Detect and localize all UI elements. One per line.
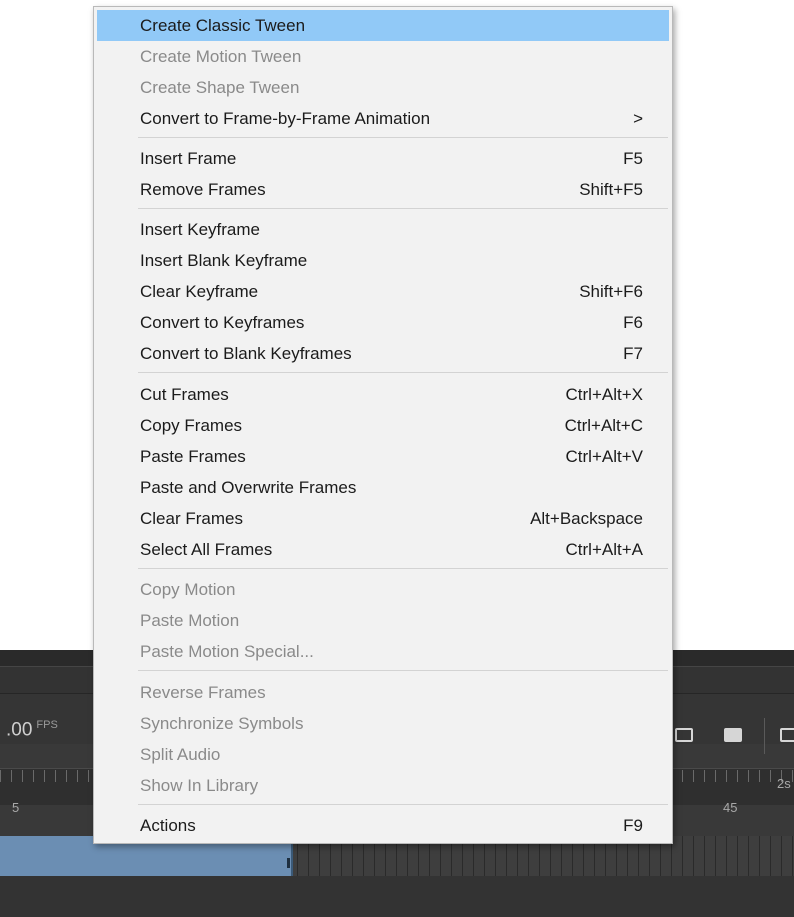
menu-item-paste-overwrite-frames[interactable]: Paste and Overwrite Frames [97, 472, 669, 503]
menu-item-shortcut: Ctrl+Alt+V [565, 446, 643, 466]
menu-separator [138, 372, 668, 373]
menu-item-label: Copy Frames [140, 415, 243, 435]
menu-item-convert-to-keyframes[interactable]: Convert to Keyframes F6 [97, 307, 669, 338]
menu-item-create-shape-tween: Create Shape Tween [97, 72, 669, 103]
controls-divider [764, 718, 765, 754]
menu-item-label: Split Audio [140, 744, 221, 764]
fps-value: .00 [6, 719, 33, 741]
menu-item-label: Clear Frames [140, 508, 243, 528]
frame-context-menu: Create Classic Tween Create Motion Tween… [93, 6, 673, 844]
menu-item-label: Paste Motion [140, 610, 240, 630]
menu-item-shortcut: F7 [623, 343, 643, 363]
menu-item-paste-motion-special: Paste Motion Special... [97, 636, 669, 667]
menu-item-label: Select All Frames [140, 539, 273, 559]
menu-item-create-motion-tween: Create Motion Tween [97, 41, 669, 72]
menu-item-shortcut: Alt+Backspace [530, 508, 643, 528]
menu-separator [138, 208, 668, 209]
menu-item-shortcut: Ctrl+Alt+C [564, 415, 643, 435]
menu-item-cut-frames[interactable]: Cut Frames Ctrl+Alt+X [97, 379, 669, 410]
menu-item-select-all-frames[interactable]: Select All Frames Ctrl+Alt+A [97, 534, 669, 565]
timeline-footer [0, 876, 794, 917]
menu-item-label: Copy Motion [140, 579, 236, 599]
menu-item-label: Convert to Frame-by-Frame Animation [140, 108, 431, 128]
insert-keyframe-icon[interactable] [675, 728, 693, 742]
menu-item-label: Paste and Overwrite Frames [140, 477, 357, 497]
menu-item-shortcut: Ctrl+Alt+X [565, 384, 643, 404]
menu-item-clear-keyframe[interactable]: Clear Keyframe Shift+F6 [97, 276, 669, 307]
fps-readout[interactable]: .00 FPS [6, 719, 58, 741]
menu-item-label: Synchronize Symbols [140, 713, 304, 733]
menu-item-label: Reverse Frames [140, 682, 266, 702]
menu-item-shortcut: Shift+F6 [579, 281, 643, 301]
menu-item-reverse-frames: Reverse Frames [97, 677, 669, 708]
menu-item-label: Convert to Keyframes [140, 312, 305, 332]
menu-separator [138, 137, 668, 138]
menu-item-shortcut: F9 [623, 815, 643, 835]
menu-item-clear-frames[interactable]: Clear Frames Alt+Backspace [97, 503, 669, 534]
menu-item-shortcut: Ctrl+Alt+A [565, 539, 643, 559]
menu-item-convert-frame-by-frame[interactable]: Convert to Frame-by-Frame Animation > [97, 103, 669, 134]
menu-item-label: Create Shape Tween [140, 77, 300, 97]
menu-item-label: Insert Blank Keyframe [140, 250, 308, 270]
menu-item-label: Paste Motion Special... [140, 641, 314, 661]
menu-item-shortcut: Shift+F5 [579, 179, 643, 199]
menu-item-shortcut: F5 [623, 148, 643, 168]
frame-tool-icon[interactable] [780, 728, 794, 742]
menu-item-show-in-library: Show In Library [97, 770, 669, 801]
menu-item-split-audio: Split Audio [97, 739, 669, 770]
fps-unit: FPS [36, 719, 58, 731]
insert-blank-keyframe-icon[interactable] [724, 728, 742, 742]
ruler-label-frame-45: 45 [723, 800, 738, 815]
chevron-right-icon: > [633, 108, 643, 128]
menu-item-paste-frames[interactable]: Paste Frames Ctrl+Alt+V [97, 441, 669, 472]
menu-item-label: Cut Frames [140, 384, 229, 404]
menu-item-label: Insert Frame [140, 148, 237, 168]
menu-item-label: Insert Keyframe [140, 219, 260, 239]
menu-item-insert-keyframe[interactable]: Insert Keyframe [97, 214, 669, 245]
menu-separator [138, 670, 668, 671]
menu-item-shortcut: F6 [623, 312, 643, 332]
menu-item-copy-frames[interactable]: Copy Frames Ctrl+Alt+C [97, 410, 669, 441]
menu-item-actions[interactable]: Actions F9 [97, 810, 669, 841]
menu-item-label: Create Motion Tween [140, 46, 302, 66]
menu-item-label: Convert to Blank Keyframes [140, 343, 352, 363]
menu-item-label: Clear Keyframe [140, 281, 259, 301]
menu-item-create-classic-tween[interactable]: Create Classic Tween [97, 10, 669, 41]
menu-item-label: Create Classic Tween [140, 15, 306, 35]
menu-item-paste-motion: Paste Motion [97, 605, 669, 636]
menu-item-insert-frame[interactable]: Insert Frame F5 [97, 143, 669, 174]
menu-separator [138, 568, 668, 569]
menu-item-remove-frames[interactable]: Remove Frames Shift+F5 [97, 174, 669, 205]
menu-separator [138, 804, 668, 805]
menu-item-insert-blank-keyframe[interactable]: Insert Blank Keyframe [97, 245, 669, 276]
menu-item-synchronize-symbols: Synchronize Symbols [97, 708, 669, 739]
menu-item-label: Show In Library [140, 775, 259, 795]
menu-item-copy-motion: Copy Motion [97, 574, 669, 605]
menu-item-label: Actions [140, 815, 196, 835]
menu-item-label: Remove Frames [140, 179, 266, 199]
keyframe-marker [287, 858, 290, 868]
menu-item-convert-to-blank-keyframes[interactable]: Convert to Blank Keyframes F7 [97, 338, 669, 369]
ruler-label-frame: 5 [12, 800, 20, 815]
menu-item-label: Paste Frames [140, 446, 246, 466]
ruler-label-seconds: 2s [777, 776, 791, 791]
